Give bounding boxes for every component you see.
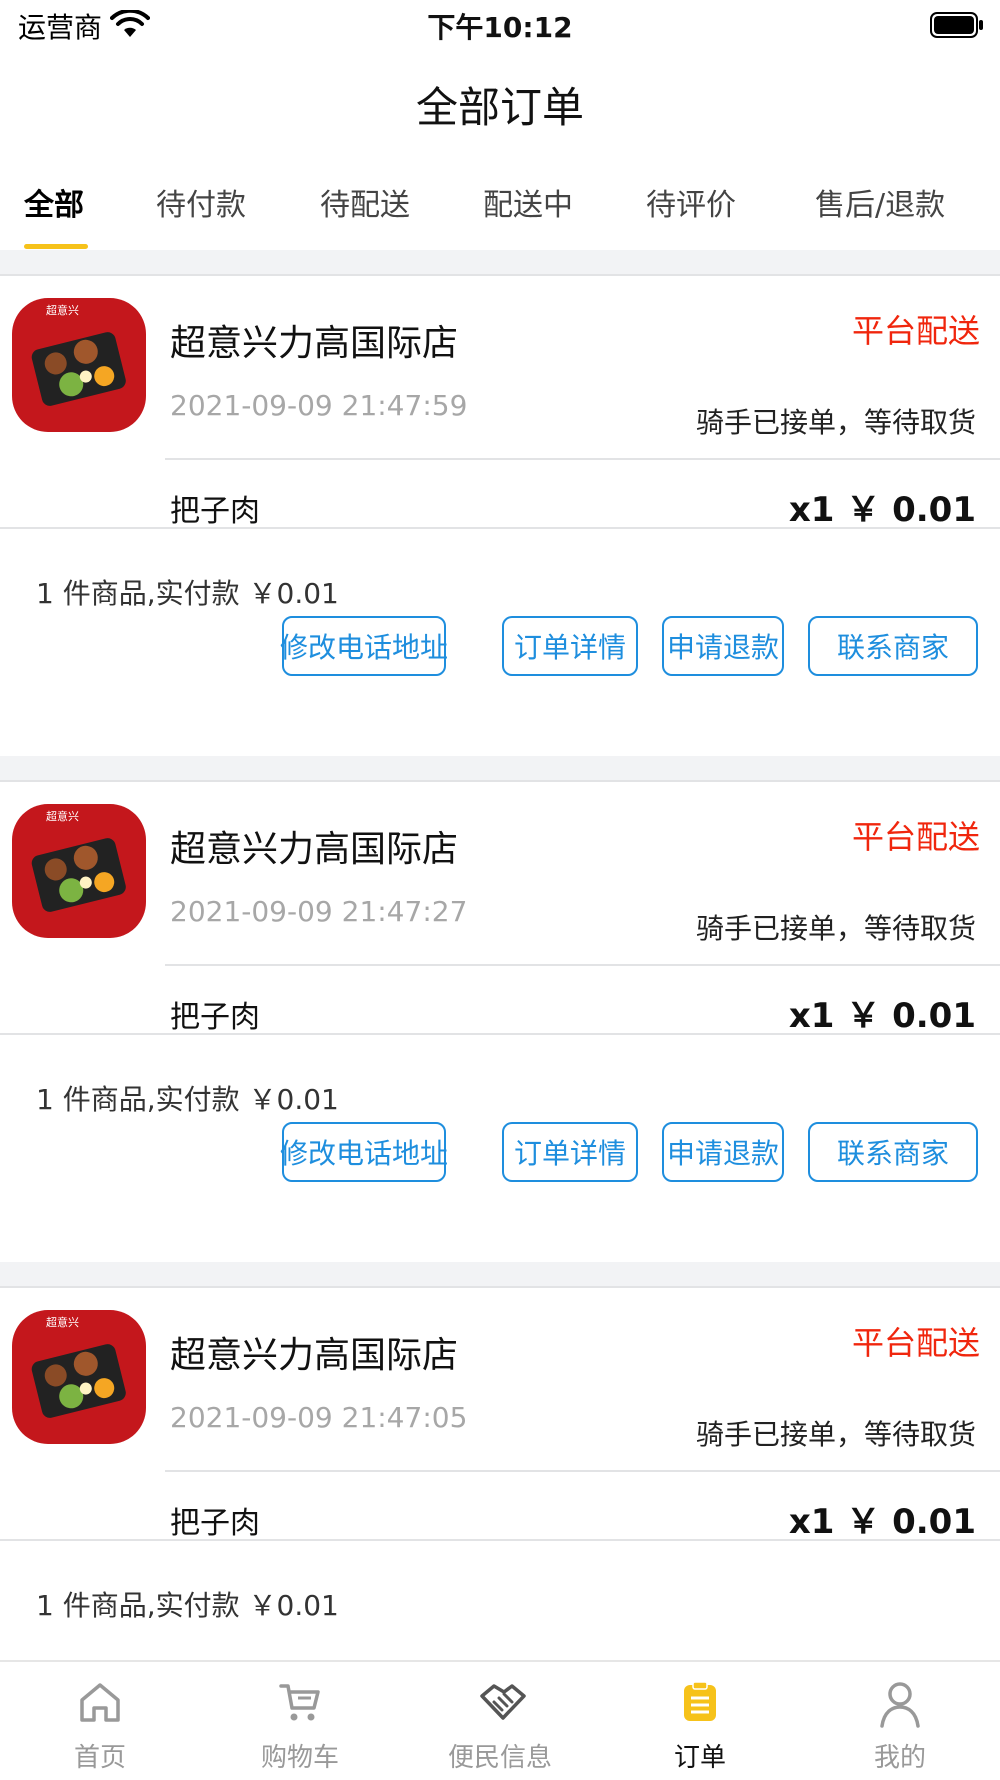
nav-label: 订单 — [673, 1743, 726, 1773]
tab-after-sales[interactable]: 售后/退款 — [815, 180, 945, 224]
thumb-brand: 超意兴 — [46, 809, 79, 823]
divider — [165, 1470, 1000, 1472]
order-status: 骑手已接单，等待取货 — [695, 1418, 976, 1451]
section-gap — [0, 250, 1000, 274]
tab-pending-payment[interactable]: 待付款 — [156, 180, 246, 224]
page-title: 全部订单 — [415, 83, 584, 132]
active-tab-indicator — [24, 244, 88, 249]
divider — [165, 964, 1000, 966]
request-refund-button[interactable]: 申请退款 — [662, 1122, 784, 1182]
edit-phone-address-button[interactable]: 修改电话地址 — [280, 1122, 448, 1182]
delivery-type: 平台配送 — [851, 312, 980, 350]
order-status: 骑手已接单，等待取货 — [695, 406, 976, 439]
battery-icon — [930, 12, 983, 38]
item-qty-price: x1 ￥ 0.01 — [788, 490, 976, 530]
order-card[interactable]: 超意兴 超意兴力高国际店 平台配送 2021-09-09 21:47:05 骑手… — [0, 1286, 1000, 1662]
tab-pending-delivery[interactable]: 待配送 — [320, 180, 410, 224]
shop-name: 超意兴力高国际店 — [170, 829, 459, 870]
status-bar: 运营商 下午10:12 — [0, 0, 1000, 52]
nav-info[interactable]: 便民信息 — [400, 1662, 600, 1780]
nav-label: 我的 — [873, 1743, 926, 1773]
request-refund-button[interactable]: 申请退款 — [662, 616, 784, 676]
shop-name: 超意兴力高国际店 — [170, 323, 459, 364]
item-name: 把子肉 — [170, 1506, 260, 1541]
divider — [165, 458, 1000, 460]
order-card[interactable]: 超意兴 超意兴力高国际店 平台配送 2021-09-09 21:47:27 骑手… — [0, 780, 1000, 1264]
order-summary: 1 件商品,实付款 ￥0.01 — [36, 577, 339, 610]
thumb-brand: 超意兴 — [46, 303, 79, 317]
clipboard-icon — [684, 1681, 716, 1721]
section-gap — [0, 1262, 1000, 1286]
tab-pending-review[interactable]: 待评价 — [646, 180, 736, 224]
nav-orders[interactable]: 订单 — [600, 1662, 800, 1780]
nav-home[interactable]: 首页 — [0, 1662, 200, 1780]
tab-all[interactable]: 全部 — [24, 180, 84, 224]
order-tabs: 全部 待付款 待配送 配送中 待评价 售后/退款 — [0, 180, 1000, 250]
cart-icon — [279, 1684, 320, 1721]
order-datetime: 2021-09-09 21:47:59 — [170, 389, 468, 422]
item-qty-price: x1 ￥ 0.01 — [788, 1502, 976, 1542]
item-name: 把子肉 — [170, 1000, 260, 1035]
nav-label: 购物车 — [260, 1743, 339, 1773]
order-status: 骑手已接单，等待取货 — [695, 912, 976, 945]
tab-delivering[interactable]: 配送中 — [483, 180, 573, 224]
nav-label: 便民信息 — [447, 1743, 552, 1773]
bottom-nav: 首页 购物车 便民信息 订单 我的 — [0, 1660, 1000, 1780]
order-datetime: 2021-09-09 21:47:05 — [170, 1401, 468, 1434]
handshake-icon — [480, 1684, 526, 1720]
item-name: 把子肉 — [170, 494, 260, 529]
nav-cart[interactable]: 购物车 — [200, 1662, 400, 1780]
delivery-type: 平台配送 — [851, 1324, 980, 1362]
shop-thumbnail: 超意兴 — [12, 298, 146, 432]
order-summary: 1 件商品,实付款 ￥0.01 — [36, 1083, 339, 1116]
divider — [0, 527, 1000, 529]
shop-thumbnail: 超意兴 — [12, 1310, 146, 1444]
shop-name: 超意兴力高国际店 — [170, 1335, 459, 1376]
order-details-button[interactable]: 订单详情 — [502, 1122, 638, 1182]
home-icon — [80, 1683, 120, 1722]
user-icon — [880, 1682, 920, 1728]
divider — [0, 1033, 1000, 1035]
shop-thumbnail: 超意兴 — [12, 804, 146, 938]
contact-merchant-button[interactable]: 联系商家 — [808, 616, 978, 676]
section-gap — [0, 756, 1000, 780]
order-card[interactable]: 超意兴 超意兴力高国际店 平台配送 2021-09-09 21:47:59 骑手… — [0, 274, 1000, 758]
contact-merchant-button[interactable]: 联系商家 — [808, 1122, 978, 1182]
nav-profile[interactable]: 我的 — [800, 1662, 1000, 1780]
divider — [0, 1539, 1000, 1541]
thumb-brand: 超意兴 — [46, 1315, 79, 1329]
edit-phone-address-button[interactable]: 修改电话地址 — [280, 616, 448, 676]
item-qty-price: x1 ￥ 0.01 — [788, 996, 976, 1036]
order-details-button[interactable]: 订单详情 — [502, 616, 638, 676]
nav-label: 首页 — [73, 1743, 126, 1773]
delivery-type: 平台配送 — [851, 818, 980, 856]
order-datetime: 2021-09-09 21:47:27 — [170, 895, 468, 928]
status-time: 下午10:12 — [427, 11, 573, 44]
order-summary: 1 件商品,实付款 ￥0.01 — [36, 1589, 339, 1622]
